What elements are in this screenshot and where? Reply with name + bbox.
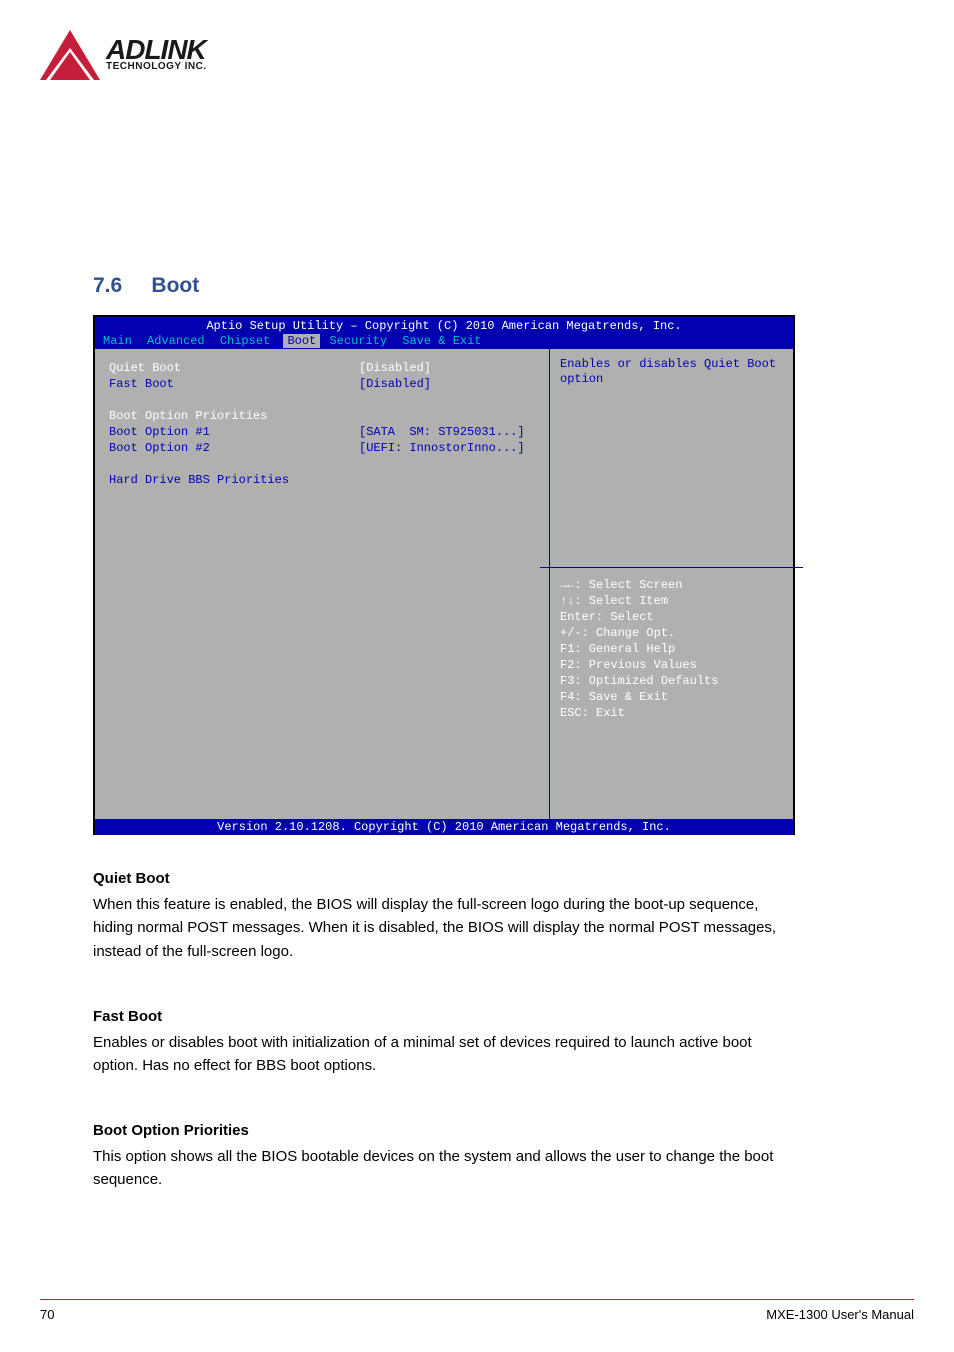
option-title: Quiet Boot bbox=[93, 870, 793, 887]
option-body: Enables or disables boot with initializa… bbox=[93, 1031, 793, 1078]
row-value: [SATA SM: ST925031...] bbox=[359, 425, 535, 441]
logo-text: ADLINK TECHNOLOGY INC. bbox=[106, 38, 207, 73]
row-label: Hard Drive BBS Priorities bbox=[109, 473, 359, 489]
row-label: Boot Option #2 bbox=[109, 441, 359, 457]
option-title: Boot Option Priorities bbox=[93, 1122, 793, 1139]
footer-line bbox=[40, 1299, 914, 1300]
bios-tab-main: Main bbox=[101, 334, 138, 348]
bios-tab-advanced: Advanced bbox=[145, 334, 211, 348]
option-body: When this feature is enabled, the BIOS w… bbox=[93, 893, 793, 963]
row-value: [UEFI: InnostorInno...] bbox=[359, 441, 535, 457]
option-quiet-boot: Quiet Boot When this feature is enabled,… bbox=[93, 870, 793, 963]
bios-tab-boot: Boot bbox=[283, 334, 320, 348]
bios-title: Aptio Setup Utility – Copyright (C) 2010… bbox=[101, 319, 787, 333]
document-title: MXE-1300 User's Manual bbox=[766, 1307, 914, 1322]
bios-right-pane: Enables or disables Quiet Boot option →←… bbox=[549, 349, 793, 819]
row-value: [Disabled] bbox=[359, 361, 535, 377]
option-fast-boot: Fast Boot Enables or disables boot with … bbox=[93, 1008, 793, 1078]
bios-row-boot-option-2: Boot Option #2 [UEFI: InnostorInno...] bbox=[109, 441, 535, 457]
row-label: Boot Option #1 bbox=[109, 425, 359, 441]
option-body: This option shows all the BIOS bootable … bbox=[93, 1145, 793, 1192]
bios-row-hdd-bbs: Hard Drive BBS Priorities bbox=[109, 473, 535, 489]
bios-header: Aptio Setup Utility – Copyright (C) 2010… bbox=[95, 317, 793, 349]
option-title: Fast Boot bbox=[93, 1008, 793, 1025]
bios-row-quiet-boot: Quiet Boot [Disabled] bbox=[109, 361, 535, 377]
row-label: Boot Option Priorities bbox=[109, 409, 359, 425]
bios-row-boot-option-1: Boot Option #1 [SATA SM: ST925031...] bbox=[109, 425, 535, 441]
option-boot-priorities: Boot Option Priorities This option shows… bbox=[93, 1122, 793, 1192]
bios-tab-save-exit: Save & Exit bbox=[400, 334, 487, 348]
bios-row-fast-boot: Fast Boot [Disabled] bbox=[109, 377, 535, 393]
bios-left-pane: Quiet Boot [Disabled] Fast Boot [Disable… bbox=[95, 349, 549, 819]
bios-footer: Version 2.10.1208. Copyright (C) 2010 Am… bbox=[95, 819, 793, 835]
bios-help-divider bbox=[540, 567, 803, 568]
bios-tabs: Main Advanced Chipset Boot Security Save… bbox=[101, 333, 787, 348]
logo: ADLINK TECHNOLOGY INC. bbox=[40, 30, 207, 80]
section-heading: 7.6 Boot bbox=[93, 274, 199, 298]
logo-sub: TECHNOLOGY INC. bbox=[106, 61, 207, 72]
bios-help-text: Enables or disables Quiet Boot option bbox=[560, 357, 783, 387]
bios-tab-chipset: Chipset bbox=[218, 334, 276, 348]
row-label: Quiet Boot bbox=[109, 361, 359, 377]
page-number: 70 bbox=[40, 1307, 54, 1322]
bios-row-priorities-heading: Boot Option Priorities bbox=[109, 409, 535, 425]
bios-row-blank bbox=[109, 457, 535, 473]
bios-tab-security: Security bbox=[327, 334, 393, 348]
bios-help-keys: →←: Select Screen ↑↓: Select Item Enter:… bbox=[560, 577, 718, 721]
row-value: [Disabled] bbox=[359, 377, 535, 393]
section-title: Boot bbox=[151, 274, 199, 297]
logo-main: ADLINK bbox=[106, 38, 207, 62]
row-label: Fast Boot bbox=[109, 377, 359, 393]
logo-triangle-icon bbox=[40, 30, 100, 80]
bios-body: Quiet Boot [Disabled] Fast Boot [Disable… bbox=[95, 349, 793, 819]
section-number: 7.6 bbox=[93, 274, 122, 297]
bios-screenshot: Aptio Setup Utility – Copyright (C) 2010… bbox=[93, 315, 795, 835]
bios-row-blank bbox=[109, 393, 535, 409]
